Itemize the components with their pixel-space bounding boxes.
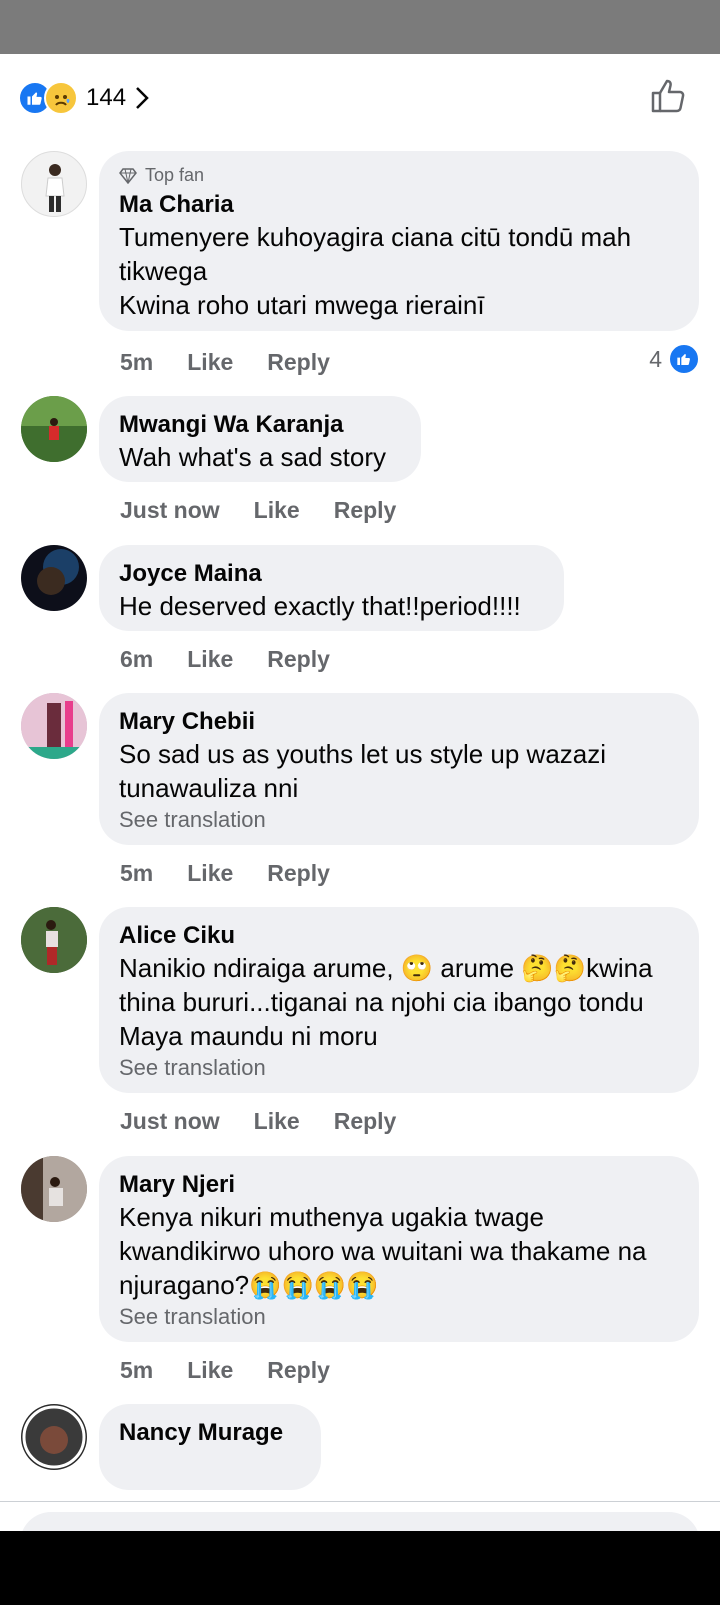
- reactions-summary[interactable]: 144: [18, 78, 150, 118]
- like-reaction-icon: [668, 343, 700, 375]
- write-comment-input[interactable]: [20, 1512, 700, 1531]
- reply-button[interactable]: Reply: [334, 497, 397, 524]
- comment-actions: 5m Like Reply: [120, 860, 364, 887]
- comment-composer: [0, 1501, 720, 1531]
- comment-text: tunawauliza nni: [119, 773, 299, 803]
- commenter-name[interactable]: Alice Ciku: [119, 921, 679, 951]
- comment-text: So sad us as youths let us style up waza…: [119, 739, 607, 769]
- comment-actions: 6m Like Reply: [120, 646, 364, 673]
- commenter-name[interactable]: Mwangi Wa Karanja: [119, 410, 401, 440]
- comment-actions: Just now Like Reply: [120, 497, 430, 524]
- comments-sheet: 144 Top fan Ma Charia Tumenyere kuhoyagi…: [0, 54, 720, 1531]
- sad-reaction-icon: [44, 81, 78, 115]
- avatar[interactable]: [21, 693, 87, 759]
- like-comment-button[interactable]: Like: [187, 646, 233, 673]
- chevron-right-icon: [134, 85, 150, 111]
- comment-text: Kenya nikuri muthenya ugakia twage: [119, 1202, 544, 1232]
- comment-text: njuragano?😭😭😭😭: [119, 1270, 379, 1300]
- comment-text: kwandikirwo uhoro wa wuitani wa thakame …: [119, 1236, 647, 1266]
- comment-actions: Just now Like Reply: [120, 1108, 430, 1135]
- avatar[interactable]: [21, 545, 87, 611]
- comment-actions: 5m Like Reply: [120, 1357, 364, 1384]
- avatar[interactable]: [21, 1404, 87, 1470]
- commenter-name[interactable]: Nancy Murage: [119, 1418, 301, 1448]
- comment-bubble[interactable]: Mary Njeri Kenya nikuri muthenya ugakia …: [99, 1156, 699, 1342]
- dimmed-background: [0, 0, 720, 54]
- comment-bubble[interactable]: Nancy Murage: [99, 1404, 321, 1490]
- comment-bubble[interactable]: Alice Ciku Nanikio ndiraiga arume, 🙄 aru…: [99, 907, 699, 1093]
- like-comment-button[interactable]: Like: [187, 860, 233, 887]
- comment-bubble[interactable]: Top fan Ma Charia Tumenyere kuhoyagira c…: [99, 151, 699, 331]
- comment-text: Tumenyere kuhoyagira ciana citū tondū ma…: [119, 222, 632, 252]
- comment-actions: 5m Like Reply: [120, 349, 364, 376]
- comment-time: 5m: [120, 860, 154, 886]
- comment-text: He deserved exactly that!!period!!!!: [119, 591, 521, 621]
- thumbs-up-icon: [651, 79, 685, 113]
- comment-time: 5m: [120, 349, 154, 375]
- see-translation-link[interactable]: See translation: [119, 1302, 679, 1332]
- reply-button[interactable]: Reply: [267, 349, 330, 376]
- reply-button[interactable]: Reply: [267, 646, 330, 673]
- diamond-icon: [119, 167, 137, 184]
- like-comment-button[interactable]: Like: [187, 349, 233, 376]
- comment-text: tikwega: [119, 256, 208, 286]
- comment-text: Maya maundu ni moru: [119, 1021, 378, 1051]
- top-fan-badge: Top fan: [119, 165, 679, 186]
- like-comment-button[interactable]: Like: [187, 1357, 233, 1384]
- comment-bubble[interactable]: Mary Chebii So sad us as youths let us s…: [99, 693, 699, 845]
- see-translation-link[interactable]: See translation: [119, 1053, 679, 1083]
- comment-time: 5m: [120, 1357, 154, 1383]
- comment-time: Just now: [120, 1108, 220, 1134]
- like-post-button[interactable]: [648, 76, 688, 116]
- comment-text: thina bururi...tiganai na njohi cia iban…: [119, 987, 644, 1017]
- comment-text: Wah what's a sad story: [119, 442, 386, 472]
- comment-time: Just now: [120, 497, 220, 523]
- reply-button[interactable]: Reply: [267, 860, 330, 887]
- see-translation-link[interactable]: See translation: [119, 805, 679, 835]
- commenter-name[interactable]: Ma Charia: [119, 190, 679, 220]
- commenter-name[interactable]: Joyce Maina: [119, 559, 544, 589]
- commenter-name[interactable]: Mary Chebii: [119, 707, 679, 737]
- commenter-name[interactable]: Mary Njeri: [119, 1170, 679, 1200]
- comment-reactions[interactable]: 4: [649, 343, 700, 375]
- comment-bubble[interactable]: Joyce Maina He deserved exactly that!!pe…: [99, 545, 564, 631]
- reaction-count: 144: [86, 84, 127, 111]
- navigation-bar: [0, 1531, 720, 1605]
- comment-time: 6m: [120, 646, 154, 672]
- avatar[interactable]: [21, 907, 87, 973]
- avatar[interactable]: [21, 1156, 87, 1222]
- like-comment-button[interactable]: Like: [254, 1108, 300, 1135]
- avatar[interactable]: [21, 151, 87, 217]
- comment-text: Nanikio ndiraiga arume, 🙄 arume 🤔🤔kwina: [119, 953, 653, 983]
- comment-bubble[interactable]: Mwangi Wa Karanja Wah what's a sad story: [99, 396, 421, 482]
- reply-button[interactable]: Reply: [267, 1357, 330, 1384]
- comment-text: Kwina roho utari mwega rierainī: [119, 290, 485, 320]
- avatar[interactable]: [21, 396, 87, 462]
- reply-button[interactable]: Reply: [334, 1108, 397, 1135]
- like-comment-button[interactable]: Like: [254, 497, 300, 524]
